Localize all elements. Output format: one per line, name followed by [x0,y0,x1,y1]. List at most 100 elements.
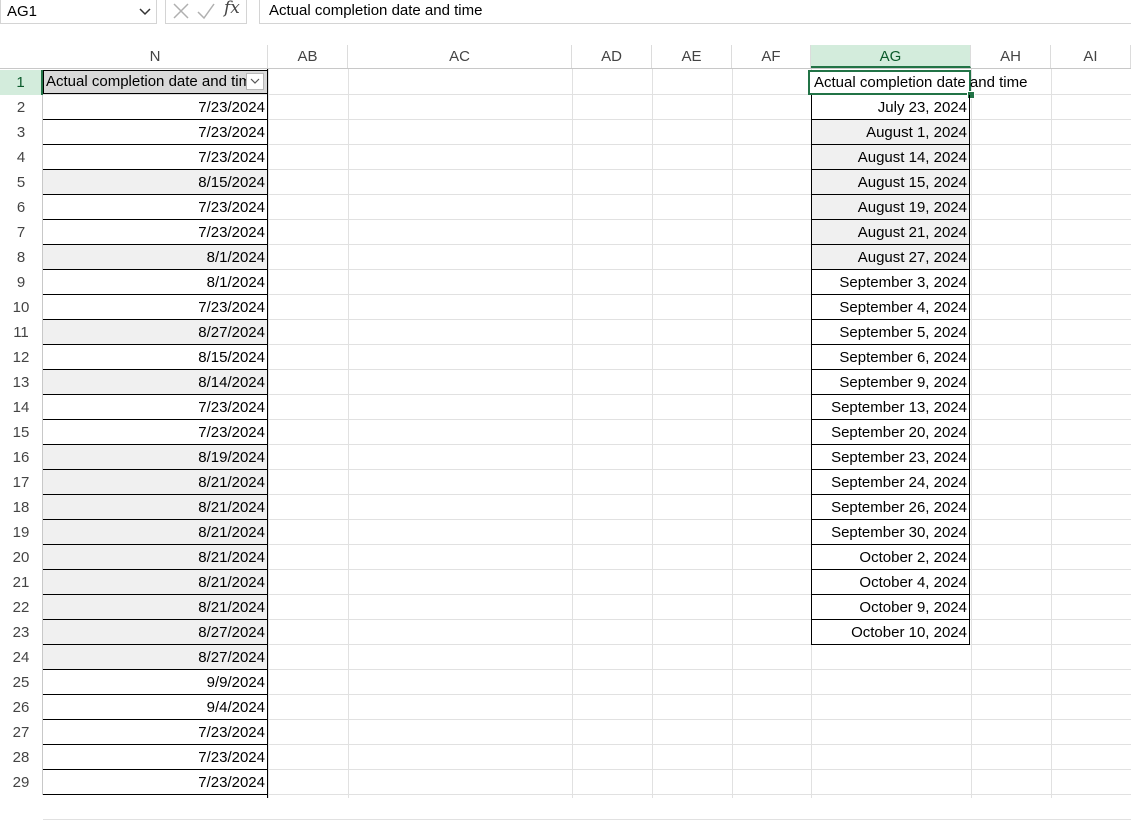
cell-ag16[interactable]: September 23, 2024 [811,445,970,470]
row-header-16[interactable]: 16 [0,445,43,470]
row-header-25[interactable]: 25 [0,670,43,695]
column-n-header-cell[interactable]: Actual completion date and time [43,70,268,94]
column-header-ad[interactable]: AD [572,45,652,68]
cell-ag6[interactable]: August 19, 2024 [811,195,970,220]
cell-ag10[interactable]: September 4, 2024 [811,295,970,320]
cell-ag9[interactable]: September 3, 2024 [811,270,970,295]
cell-n9[interactable]: 8/1/2024 [43,270,268,295]
cell-n13[interactable]: 8/14/2024 [43,370,268,395]
cell-n19[interactable]: 8/21/2024 [43,520,268,545]
cell-n29[interactable]: 7/23/2024 [43,770,268,795]
row-header-10[interactable]: 10 [0,295,43,320]
row-header-7[interactable]: 7 [0,220,43,245]
row-header-6[interactable]: 6 [0,195,43,220]
cell-n10[interactable]: 7/23/2024 [43,295,268,320]
cell-ag15[interactable]: September 20, 2024 [811,420,970,445]
row-header-23[interactable]: 23 [0,620,43,645]
cell-n21[interactable]: 8/21/2024 [43,570,268,595]
cell-n24[interactable]: 8/27/2024 [43,645,268,670]
row-header-15[interactable]: 15 [0,420,43,445]
cell-n11[interactable]: 8/27/2024 [43,320,268,345]
cell-ag12[interactable]: September 6, 2024 [811,345,970,370]
cell-n25[interactable]: 9/9/2024 [43,670,268,695]
cell-n16[interactable]: 8/19/2024 [43,445,268,470]
column-header-ae[interactable]: AE [652,45,732,68]
cell-n12[interactable]: 8/15/2024 [43,345,268,370]
cell-n14[interactable]: 7/23/2024 [43,395,268,420]
cell-n6[interactable]: 7/23/2024 [43,195,268,220]
cell-n20[interactable]: 8/21/2024 [43,545,268,570]
grid-vline [268,69,269,798]
column-header-ag[interactable]: AG [811,45,971,68]
row-header-13[interactable]: 13 [0,370,43,395]
row-header-2[interactable]: 2 [0,95,43,120]
row-header-18[interactable]: 18 [0,495,43,520]
cell-ag4[interactable]: August 14, 2024 [811,145,970,170]
formula-input[interactable]: Actual completion date and time [259,0,1131,24]
column-header-ah[interactable]: AH [971,45,1051,68]
cell-n26[interactable]: 9/4/2024 [43,695,268,720]
column-header-ab[interactable]: AB [268,45,348,68]
cell-ag3[interactable]: August 1, 2024 [811,120,970,145]
cell-ag18[interactable]: September 26, 2024 [811,495,970,520]
row-header-20[interactable]: 20 [0,545,43,570]
row-header-17[interactable]: 17 [0,470,43,495]
row-header-9[interactable]: 9 [0,270,43,295]
cancel-icon[interactable] [172,0,190,22]
column-headers: N AB AC AD AE AF AG AH AI [0,45,1131,69]
cell-ag11[interactable]: September 5, 2024 [811,320,970,345]
column-ag-header-cell: Actual completion date and time [814,74,1028,91]
check-icon[interactable] [196,0,216,22]
cell-ag17[interactable]: September 24, 2024 [811,470,970,495]
cell-n17[interactable]: 8/21/2024 [43,470,268,495]
cell-n23[interactable]: 8/27/2024 [43,620,268,645]
cell-n2[interactable]: 7/23/2024 [43,95,268,120]
row-header-28[interactable]: 28 [0,745,43,770]
name-box[interactable]: AG1 [0,0,157,24]
filter-dropdown-icon[interactable] [246,73,264,90]
row-header-21[interactable]: 21 [0,570,43,595]
column-header-ai[interactable]: AI [1051,45,1131,68]
cell-ag19[interactable]: September 30, 2024 [811,520,970,545]
row-header-26[interactable]: 26 [0,695,43,720]
row-header-14[interactable]: 14 [0,395,43,420]
row-header-22[interactable]: 22 [0,595,43,620]
row-header-27[interactable]: 27 [0,720,43,745]
cell-ag21[interactable]: October 4, 2024 [811,570,970,595]
column-header-af[interactable]: AF [732,45,811,68]
row-header-11[interactable]: 11 [0,320,43,345]
cell-ag5[interactable]: August 15, 2024 [811,170,970,195]
cell-ag23[interactable]: October 10, 2024 [811,620,970,645]
cell-n27[interactable]: 7/23/2024 [43,720,268,745]
row-header-4[interactable]: 4 [0,145,43,170]
cell-n3[interactable]: 7/23/2024 [43,120,268,145]
column-header-n[interactable]: N [43,45,268,68]
insert-function-icon[interactable]: fx [224,0,240,18]
cell-n15[interactable]: 7/23/2024 [43,420,268,445]
cell-n5[interactable]: 8/15/2024 [43,170,268,195]
grid-vline [732,69,733,798]
cell-n7[interactable]: 7/23/2024 [43,220,268,245]
cell-ag14[interactable]: September 13, 2024 [811,395,970,420]
row-header-1[interactable]: 1 [0,70,43,95]
chevron-down-icon[interactable] [138,0,152,32]
row-header-5[interactable]: 5 [0,170,43,195]
cell-n8[interactable]: 8/1/2024 [43,245,268,270]
cell-n18[interactable]: 8/21/2024 [43,495,268,520]
cell-n22[interactable]: 8/21/2024 [43,595,268,620]
row-header-24[interactable]: 24 [0,645,43,670]
row-header-3[interactable]: 3 [0,120,43,145]
row-header-8[interactable]: 8 [0,245,43,270]
cell-ag20[interactable]: October 2, 2024 [811,545,970,570]
cell-ag8[interactable]: August 27, 2024 [811,245,970,270]
cell-ag22[interactable]: October 9, 2024 [811,595,970,620]
cell-ag2[interactable]: July 23, 2024 [811,95,970,120]
cell-ag7[interactable]: August 21, 2024 [811,220,970,245]
cell-n28[interactable]: 7/23/2024 [43,745,268,770]
row-header-29[interactable]: 29 [0,770,43,795]
column-header-ac[interactable]: AC [348,45,572,68]
cell-n4[interactable]: 7/23/2024 [43,145,268,170]
row-header-12[interactable]: 12 [0,345,43,370]
row-header-19[interactable]: 19 [0,520,43,545]
cell-ag13[interactable]: September 9, 2024 [811,370,970,395]
